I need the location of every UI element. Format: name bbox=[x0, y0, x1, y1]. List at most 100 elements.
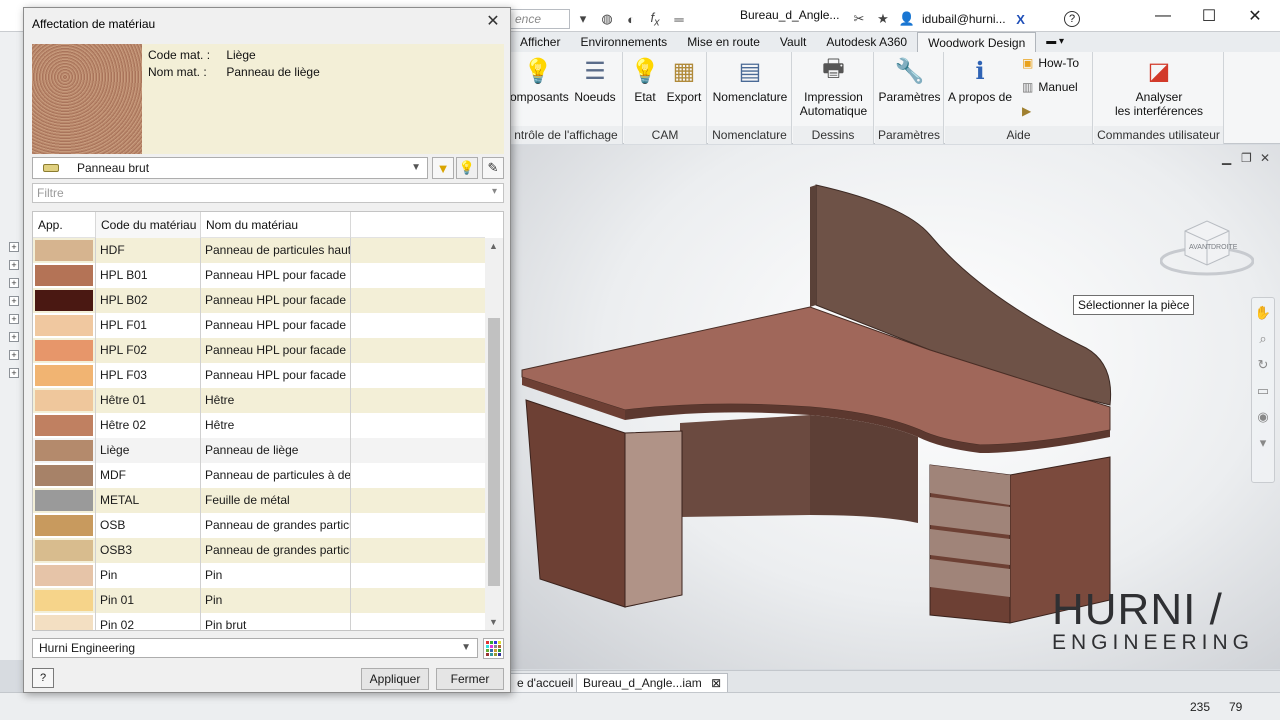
table-row[interactable]: HDF Panneau de particules haut bbox=[33, 238, 485, 263]
pan-hand-icon[interactable]: ✋ bbox=[1252, 302, 1274, 324]
etat-button[interactable]: 💡 Etat bbox=[628, 56, 662, 105]
parametres-button[interactable]: 🔧 Paramètres bbox=[875, 56, 944, 105]
tree-expand-icon[interactable]: + bbox=[9, 296, 19, 306]
column-name[interactable]: Nom du matériau bbox=[201, 212, 351, 238]
user-account[interactable]: idubail@hurni... bbox=[922, 12, 1006, 26]
table-row[interactable]: Pin 01 Pin bbox=[33, 588, 485, 613]
column-app[interactable]: App. bbox=[33, 212, 96, 238]
analyser-interferences-button[interactable]: ◪ Analyser les interférences bbox=[1094, 56, 1224, 119]
close-window-button[interactable]: ✕ bbox=[1232, 0, 1278, 32]
cell-name: Panneau de particules haut bbox=[201, 238, 351, 263]
tab-document[interactable]: Bureau_d_Angle...iam ⊠ bbox=[576, 673, 729, 693]
material-category-select[interactable]: Panneau brut ▼ bbox=[32, 157, 428, 179]
tree-expand-icon[interactable]: + bbox=[9, 242, 19, 252]
ribbon-options-icon[interactable]: ▬ ▾ bbox=[1036, 32, 1074, 52]
table-row[interactable]: HPL B02 Panneau HPL pour facade E bbox=[33, 288, 485, 313]
steering-wheel-icon[interactable]: ◉ bbox=[1252, 406, 1274, 428]
table-row[interactable]: Pin 02 Pin brut bbox=[33, 613, 485, 630]
table-row[interactable]: Hêtre 01 Hêtre bbox=[33, 388, 485, 413]
quick-search-input[interactable]: ence bbox=[510, 9, 570, 29]
scroll-down-icon[interactable]: ▼ bbox=[489, 617, 498, 627]
video-button[interactable]: ▶ bbox=[1022, 104, 1031, 118]
tab-environnements[interactable]: Environnements bbox=[570, 32, 677, 52]
export-button[interactable]: ▦ Export bbox=[664, 56, 704, 105]
table-row[interactable]: HPL F02 Panneau HPL pour facade F bbox=[33, 338, 485, 363]
scrollbar-thumb[interactable] bbox=[488, 318, 500, 586]
tab-autodesk-a360[interactable]: Autodesk A360 bbox=[816, 32, 917, 52]
tree-expand-icon[interactable]: + bbox=[9, 350, 19, 360]
table-row[interactable]: MDF Panneau de particules à de bbox=[33, 463, 485, 488]
a-propos-button[interactable]: ℹ A propos de bbox=[945, 56, 1015, 105]
tree-expand-icon[interactable]: + bbox=[9, 332, 19, 342]
formula-icon[interactable]: fx bbox=[646, 10, 664, 29]
filter-input[interactable]: Filtre ▾ bbox=[32, 183, 504, 203]
minimize-button[interactable]: — bbox=[1140, 0, 1186, 32]
appearance-icon[interactable]: ◍ bbox=[598, 10, 616, 28]
tab-vault[interactable]: Vault bbox=[770, 32, 816, 52]
help-button[interactable]: ? bbox=[1056, 9, 1088, 29]
tab-mise-en-route[interactable]: Mise en route bbox=[677, 32, 770, 52]
eyedropper-button[interactable]: ✎ bbox=[482, 157, 504, 179]
table-row[interactable]: HPL F01 Panneau HPL pour facade F bbox=[33, 313, 485, 338]
tab-woodwork-design[interactable]: Woodwork Design bbox=[917, 32, 1037, 52]
close-button[interactable]: Fermer bbox=[436, 668, 504, 690]
exchange-icon[interactable]: X bbox=[1012, 10, 1030, 28]
viewcube[interactable]: AVANT DROITE bbox=[1160, 213, 1254, 277]
table-row[interactable]: METAL Feuille de métal bbox=[33, 488, 485, 513]
orbit-icon[interactable]: ↻ bbox=[1252, 354, 1274, 376]
howto-button[interactable]: ▣ How-To bbox=[1022, 56, 1079, 70]
color-override-icon[interactable]: ◐ bbox=[622, 10, 640, 28]
navbar-options-icon[interactable]: ▾ bbox=[1252, 432, 1274, 454]
palette-button[interactable] bbox=[483, 638, 504, 659]
navigation-bar: ✋ ⌕ ↻ ▭ ◉ ▾ bbox=[1251, 297, 1275, 483]
graphics-viewport[interactable]: ▁ ❐ ✕ AVANT DROITE ✋ ⌕ ↻ ▭ ◉ ▾ Sélection… bbox=[510, 145, 1280, 669]
material-swatch bbox=[35, 565, 93, 586]
highlight-button[interactable]: 💡 bbox=[456, 157, 478, 179]
close-tab-icon[interactable]: ⊠ bbox=[711, 676, 721, 690]
table-row[interactable]: Hêtre 02 Hêtre bbox=[33, 413, 485, 438]
table-scrollbar[interactable]: ▲ ▼ bbox=[485, 238, 503, 630]
maximize-button[interactable]: ☐ bbox=[1186, 0, 1232, 32]
cell-appearance bbox=[33, 313, 96, 338]
tools-icon[interactable]: ✂ bbox=[850, 10, 868, 28]
table-row[interactable]: Liège Panneau de liège bbox=[33, 438, 485, 463]
chevron-down-icon: ▾ bbox=[491, 186, 497, 197]
question-icon: ? bbox=[1064, 11, 1080, 27]
composants-button[interactable]: 💡 omposants bbox=[510, 56, 569, 105]
tree-expand-icon[interactable]: + bbox=[9, 260, 19, 270]
export-document-icon: ▦ bbox=[672, 57, 696, 85]
chevron-down-icon: ▼ bbox=[411, 162, 421, 173]
tab-home[interactable]: e d'accueil bbox=[510, 673, 581, 693]
dropdown-arrow-icon[interactable]: ▾ bbox=[574, 10, 592, 28]
zoom-icon[interactable]: ⌕ bbox=[1252, 328, 1274, 350]
table-row[interactable]: HPL B01 Panneau HPL pour facade E bbox=[33, 263, 485, 288]
table-row[interactable]: OSB3 Panneau de grandes particu bbox=[33, 538, 485, 563]
tree-expand-icon[interactable]: + bbox=[9, 314, 19, 324]
line-style-icon[interactable]: ═ bbox=[670, 10, 688, 28]
tree-expand-icon[interactable]: + bbox=[9, 278, 19, 288]
tab-afficher[interactable]: Afficher bbox=[510, 32, 570, 52]
manuel-button[interactable]: ▥ Manuel bbox=[1022, 80, 1078, 94]
column-code[interactable]: Code du matériau bbox=[96, 212, 201, 238]
apply-button[interactable]: Appliquer bbox=[361, 668, 429, 690]
cell-name: Panneau de grandes particu bbox=[201, 513, 351, 538]
filter-button[interactable]: ▼ bbox=[432, 157, 454, 179]
group-controle-affichage: ntrôle de l'affichage bbox=[510, 126, 622, 144]
impression-automatique-button[interactable]: 🖶 Impression Automatique bbox=[793, 55, 874, 119]
dialog-close-button[interactable]: ✕ bbox=[484, 13, 502, 31]
table-row[interactable]: OSB Panneau de grandes particu bbox=[33, 513, 485, 538]
library-select[interactable]: Hurni Engineering ▼ bbox=[32, 638, 478, 658]
view-face-icon[interactable]: ▭ bbox=[1252, 380, 1274, 402]
tree-expand-icon[interactable]: + bbox=[9, 368, 19, 378]
table-row[interactable]: HPL F03 Panneau HPL pour facade F bbox=[33, 363, 485, 388]
scroll-up-icon[interactable]: ▲ bbox=[489, 241, 498, 251]
dialog-help-button[interactable]: ? bbox=[32, 668, 54, 688]
group-nomenclature: Nomenclature bbox=[708, 126, 791, 144]
star-icon[interactable]: ★ bbox=[874, 10, 892, 28]
cell-code: Pin 01 bbox=[96, 588, 201, 613]
material-swatch bbox=[35, 590, 93, 611]
cell-name: Pin bbox=[201, 563, 351, 588]
noeuds-button[interactable]: ☰ Noeuds bbox=[570, 56, 620, 105]
table-row[interactable]: Pin Pin bbox=[33, 563, 485, 588]
nomenclature-button[interactable]: ▤ Nomenclature bbox=[708, 56, 792, 105]
